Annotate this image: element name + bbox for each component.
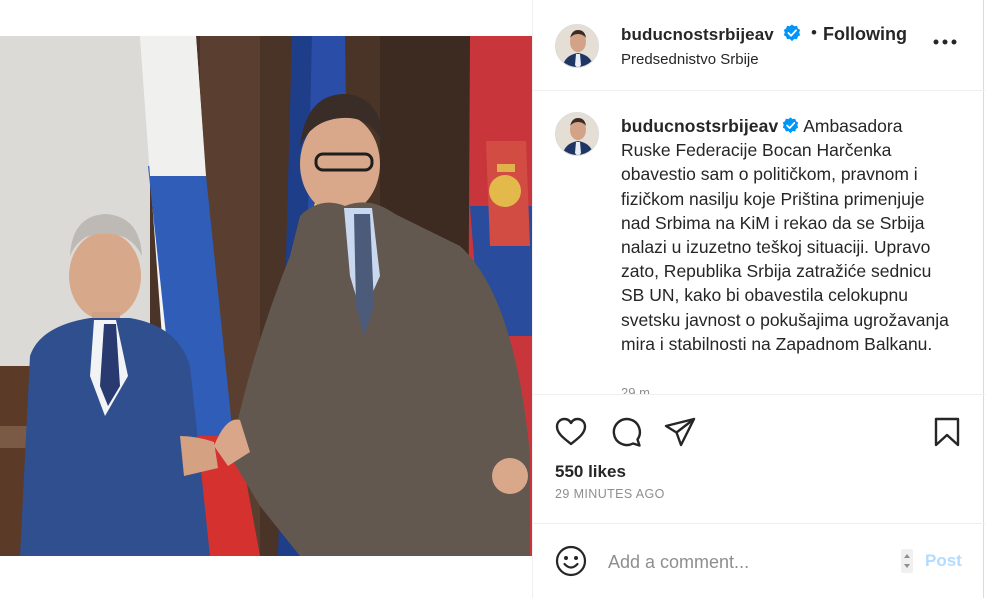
heart-icon[interactable] bbox=[555, 417, 587, 447]
caption-relative-time: 29 m bbox=[621, 385, 650, 394]
likes-count[interactable]: 550 likes bbox=[555, 462, 626, 482]
verified-badge-icon bbox=[783, 117, 799, 134]
comment-section: Post bbox=[533, 525, 985, 598]
follow-status-button[interactable]: Following bbox=[823, 24, 907, 45]
avatar-image bbox=[556, 113, 598, 155]
emoji-icon[interactable] bbox=[555, 545, 587, 577]
comment-input[interactable] bbox=[608, 547, 888, 577]
avatar-image bbox=[556, 25, 598, 67]
verified-badge-icon bbox=[783, 24, 801, 42]
post-location[interactable]: Predsednistvo Srbije bbox=[621, 51, 759, 68]
share-icon[interactable] bbox=[664, 417, 696, 447]
caption-username[interactable]: buducnostsrbijeav bbox=[621, 116, 778, 136]
post-sidebar: buducnostsrbijeav • Following Predsednis… bbox=[532, 0, 985, 598]
author-username[interactable]: buducnostsrbijeav bbox=[621, 25, 774, 45]
post-header: buducnostsrbijeav • Following Predsednis… bbox=[533, 0, 985, 91]
post-photo[interactable] bbox=[0, 36, 532, 556]
caption-author-avatar[interactable] bbox=[555, 112, 599, 156]
actions-section: 550 likes 29 MINUTES AGO bbox=[533, 394, 985, 524]
header-separator: • bbox=[811, 23, 817, 42]
comment-icon[interactable] bbox=[610, 417, 642, 447]
resize-arrows-icon bbox=[901, 549, 913, 573]
post-timestamp[interactable]: 29 MINUTES AGO bbox=[555, 487, 665, 501]
author-avatar[interactable] bbox=[555, 24, 599, 68]
caption-text-block: buducnostsrbijeav Ambasadora Ruske Feder… bbox=[621, 114, 956, 356]
more-options-icon[interactable] bbox=[933, 38, 957, 46]
caption-body: Ambasadora Ruske Federacije Bocan Harčen… bbox=[621, 116, 949, 354]
post-comment-button[interactable]: Post bbox=[925, 551, 962, 571]
bookmark-icon[interactable] bbox=[933, 417, 961, 447]
instagram-post: buducnostsrbijeav • Following Predsednis… bbox=[0, 0, 1000, 600]
caption-section: buducnostsrbijeav Ambasadora Ruske Feder… bbox=[533, 92, 985, 394]
photo-illustration bbox=[0, 36, 532, 556]
